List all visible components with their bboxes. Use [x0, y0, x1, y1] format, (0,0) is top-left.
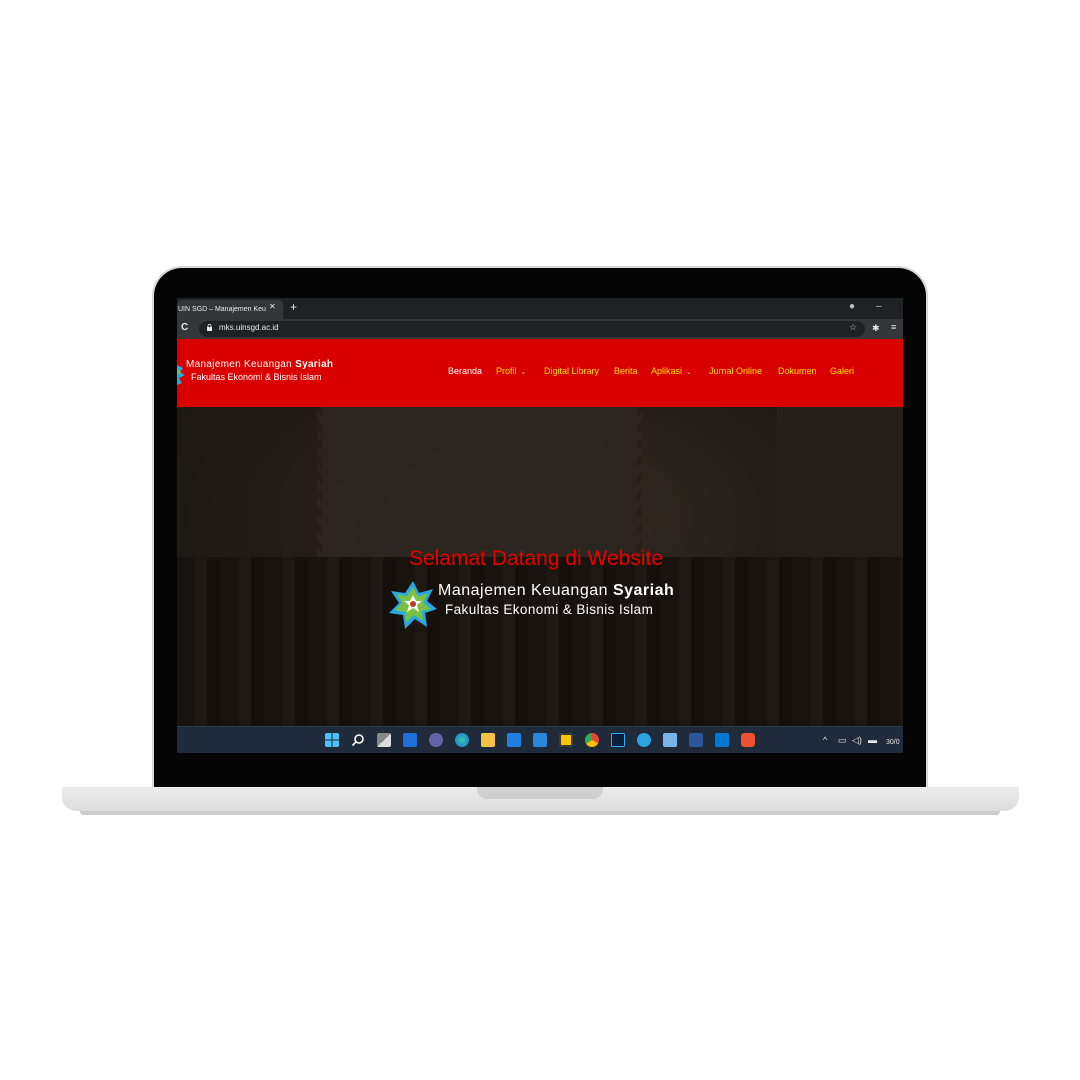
nav-profil[interactable]: Profil ⌄ [496, 366, 526, 376]
chevron-down-icon: ⌄ [686, 369, 692, 376]
profile-icon[interactable]: ● [849, 301, 855, 312]
url-text: mks.uinsgd.ac.id [219, 323, 279, 332]
search-icon[interactable]: ⌕ [877, 365, 882, 376]
sticky-notes-icon[interactable] [559, 733, 573, 747]
vscode-icon[interactable] [715, 733, 729, 747]
hero-logo-subtitle: Fakultas Ekonomi & Bisnis Islam [445, 602, 654, 617]
volume-icon[interactable]: ◁) [852, 735, 862, 746]
site-logo-title[interactable]: Manajemen Keuangan Syariah [186, 359, 333, 370]
edge-icon[interactable] [455, 733, 469, 747]
mail-icon[interactable] [533, 733, 547, 747]
laptop-shadow [80, 811, 1000, 815]
reload-icon[interactable]: C [181, 322, 188, 333]
clock-date[interactable]: 30/0 [886, 739, 900, 746]
git-icon[interactable] [741, 733, 755, 747]
site-header: Manajemen Keuangan Syariah Fakultas Ekon… [177, 339, 903, 407]
site-logo-icon[interactable] [177, 359, 186, 385]
tab-title: UIN SGD – Manajemen Keu [178, 306, 266, 313]
nav-galeri[interactable]: Galeri [830, 366, 854, 376]
browser-address-bar: C mks.uinsgd.ac.id ☆ ✱ ≡ [177, 319, 903, 339]
lock-icon [207, 324, 212, 331]
laptop-notch [477, 787, 603, 799]
chevron-down-icon: ⌄ [520, 369, 527, 376]
hero-logo-title: Manajemen Keuangan Syariah [438, 582, 675, 599]
laptop-screen: UIN SGD – Manajemen Keu ✕ + ● – C mks.ui… [177, 298, 903, 753]
photoshop-icon[interactable] [611, 733, 625, 747]
omnibox[interactable]: mks.uinsgd.ac.id ☆ [199, 321, 865, 337]
department-logo-icon [389, 581, 437, 629]
browser-tab[interactable]: UIN SGD – Manajemen Keu [177, 300, 283, 319]
minimize-icon[interactable]: – [876, 301, 882, 312]
windows-taskbar: ^ ▭ ◁) ▬ 30/0 [177, 726, 903, 753]
tray-chevron-icon[interactable]: ^ [823, 735, 827, 745]
browser-tab-bar: UIN SGD – Manajemen Keu ✕ + ● – [177, 298, 903, 319]
nav-beranda[interactable]: Beranda [448, 366, 482, 376]
start-icon[interactable] [325, 733, 339, 747]
notepad-icon[interactable] [663, 733, 677, 747]
media-control-icon[interactable]: ≡ [891, 322, 896, 332]
nav-aplikasi[interactable]: Aplikasi ⌄ [651, 366, 692, 376]
search-icon[interactable] [351, 733, 365, 747]
store-icon[interactable] [507, 733, 521, 747]
nav-dokumen[interactable]: Dokumen [778, 366, 817, 376]
nav-jurnal-online[interactable]: Jurnal Online [709, 366, 762, 376]
tab-close-icon[interactable]: ✕ [269, 302, 276, 311]
chat-icon[interactable] [429, 733, 443, 747]
telegram-icon[interactable] [637, 733, 651, 747]
bookmark-star-icon[interactable]: ☆ [849, 322, 857, 333]
network-icon[interactable]: ▭ [838, 735, 847, 746]
widgets-icon[interactable] [403, 733, 417, 747]
hero-title: Selamat Datang di Website [408, 547, 664, 570]
nav-berita[interactable]: Berita [614, 366, 638, 376]
hero-section: Selamat Datang di Website Manajemen Keua… [177, 407, 903, 726]
chrome-icon[interactable] [585, 733, 599, 747]
file-explorer-icon[interactable] [481, 733, 495, 747]
word-icon[interactable] [689, 733, 703, 747]
battery-icon[interactable]: ▬ [868, 735, 877, 745]
new-tab-button[interactable]: + [290, 300, 297, 314]
nav-digital-library[interactable]: Digital Library [544, 366, 599, 376]
site-logo-subtitle[interactable]: Fakultas Ekonomi & Bisnis Islam [191, 372, 322, 382]
extensions-icon[interactable]: ✱ [872, 323, 880, 334]
task-view-icon[interactable] [377, 733, 391, 747]
